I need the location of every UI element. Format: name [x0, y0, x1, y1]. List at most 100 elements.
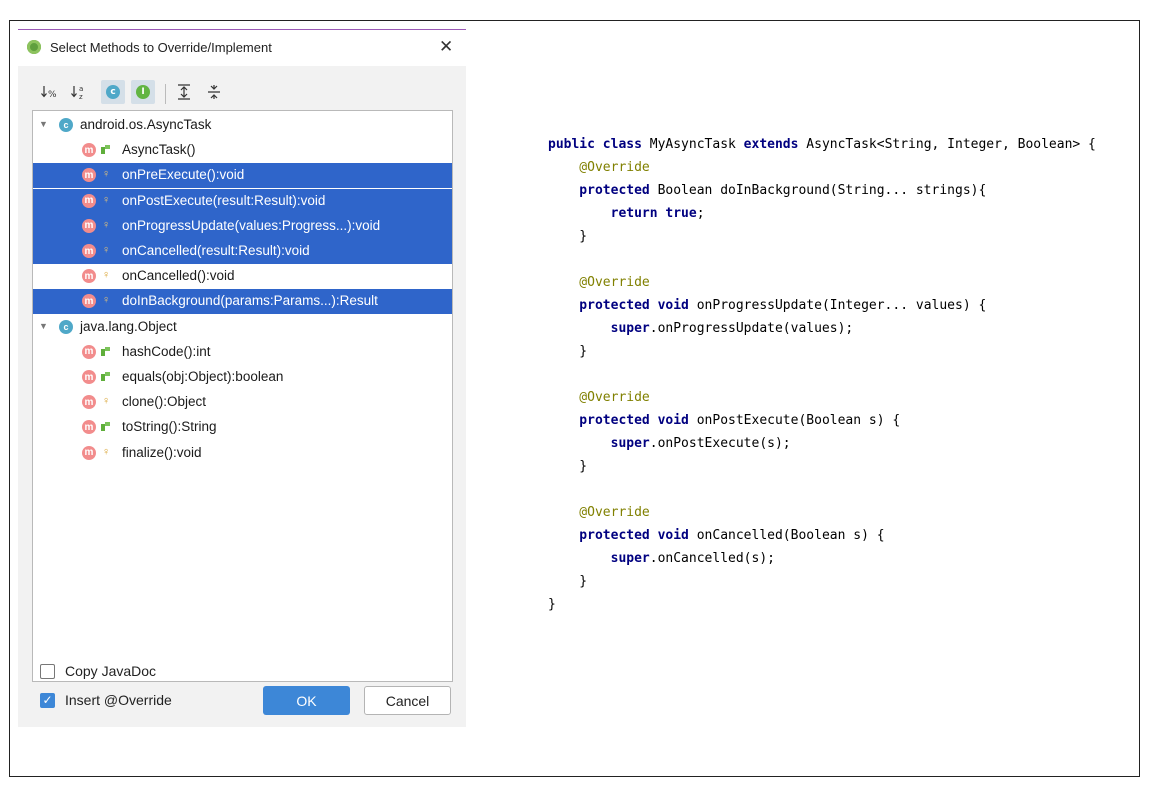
dialog-title: Select Methods to Override/Implement [50, 40, 272, 55]
tree-method-label: onCancelled():void [122, 268, 235, 284]
tree-method-row[interactable]: m ♀ onPreExecute():void [33, 163, 452, 189]
public-visibility-icon [101, 422, 110, 432]
method-icon: m [82, 143, 96, 158]
code-line: return true; [548, 206, 705, 226]
code-token: protected [548, 183, 658, 198]
sort-by-visibility-icon[interactable]: % [38, 80, 62, 104]
code-token: @Override [548, 505, 650, 520]
insert-override-checkbox[interactable]: ✓ [40, 693, 55, 708]
tree-method-label: onCancelled(result:Result):void [122, 243, 310, 258]
methods-tree[interactable]: ▼ c android.os.AsyncTask m AsyncTask() m ♀ onPr… [32, 110, 453, 682]
svg-text:a: a [79, 85, 83, 93]
collapse-all-icon[interactable] [202, 80, 226, 104]
protected-visibility-icon: ♀ [102, 395, 111, 408]
code-line: super.onProgressUpdate(values); [548, 321, 854, 341]
toolbar-divider [165, 84, 166, 104]
public-visibility-icon [101, 372, 110, 381]
class-icon: c [59, 319, 73, 334]
show-interfaces-toggle[interactable]: I [131, 80, 155, 104]
code-token: } [548, 344, 588, 359]
svg-text:%: % [48, 90, 57, 99]
sort-alphabetically-icon[interactable]: az [68, 80, 92, 104]
cancel-button[interactable]: Cancel [364, 686, 451, 715]
tree-method-row[interactable]: m ♀ onCancelled():void [33, 264, 452, 289]
code-line: protected void onCancelled(Boolean s) { [548, 528, 885, 548]
tree-method-row[interactable]: m ♀ clone():Object [33, 390, 452, 415]
code-token: return true [548, 206, 697, 221]
method-icon: m [82, 445, 96, 460]
method-icon: m [82, 168, 96, 183]
code-token: .onCancelled(s); [649, 551, 775, 566]
method-icon: m [82, 193, 96, 208]
tree-method-label: doInBackground(params:Params...):Result [122, 293, 378, 309]
tree-method-label: finalize():void [122, 444, 202, 460]
ok-button[interactable]: OK [263, 686, 350, 715]
copy-javadoc-checkbox[interactable] [40, 664, 55, 679]
tree-method-row[interactable]: m ♀ doInBackground(params:Params...):Resul… [33, 289, 452, 315]
interface-icon: I [136, 85, 150, 99]
tree-method-row[interactable]: m ♀ finalize():void [33, 441, 452, 466]
class-icon: c [106, 85, 120, 99]
tree-method-label: onPostExecute(result:Result):void [122, 192, 326, 208]
code-token: onProgressUpdate(Integer... values) { [696, 298, 987, 313]
copy-javadoc-label[interactable]: Copy JavaDoc [65, 663, 156, 679]
tree-method-row[interactable]: m ♀ onCancelled(result:Result):void [33, 239, 452, 264]
insert-override-label[interactable]: Insert @Override [65, 692, 172, 708]
code-line: public class MyAsyncTask extends AsyncTa… [548, 137, 1096, 157]
tree-method-row[interactable]: m hashCode():int [33, 340, 452, 365]
code-line: protected Boolean doInBackground(String.… [548, 183, 986, 203]
code-token: } [548, 574, 588, 589]
tree-method-label: toString():String [122, 419, 217, 435]
tree-method-row[interactable]: m toString():String [33, 415, 452, 440]
show-classes-toggle[interactable]: c [101, 80, 125, 104]
method-icon: m [82, 395, 96, 410]
tree-class-node[interactable]: ▼ c android.os.AsyncTask [33, 113, 452, 138]
public-visibility-icon [101, 346, 110, 356]
code-token: super [548, 436, 650, 451]
protected-visibility-icon: ♀ [102, 218, 111, 231]
code-token: MyAsyncTask [649, 137, 744, 152]
class-icon: c [59, 118, 73, 132]
tree-method-label: clone():Object [122, 394, 207, 410]
tree-class-label: java.lang.Object [80, 318, 177, 334]
code-token: public class [548, 137, 650, 152]
tree-class-node[interactable]: ▼ c java.lang.Object [33, 315, 452, 340]
method-icon: m [82, 344, 96, 359]
close-icon[interactable]: ✕ [439, 37, 453, 57]
method-icon: m [82, 218, 96, 233]
protected-visibility-icon: ♀ [102, 445, 111, 458]
protected-visibility-icon: ♀ [102, 168, 111, 181]
override-methods-dialog: Select Methods to Override/Implement ✕ %… [18, 29, 466, 727]
protected-visibility-icon: ♀ [102, 269, 111, 282]
code-line: super.onCancelled(s); [548, 551, 775, 571]
svg-text:z: z [79, 93, 83, 100]
code-line: protected void onProgressUpdate(Integer.… [548, 298, 986, 318]
code-token: onPostExecute(Boolean s) { [696, 413, 901, 428]
dialog-toolbar: % az c I [18, 78, 466, 108]
code-token: @Override [548, 160, 650, 175]
tree-method-row[interactable]: m equals(obj:Object):boolean [33, 365, 452, 390]
code-token: super [548, 321, 650, 336]
code-line: } [548, 344, 587, 364]
code-token: @Override [548, 390, 650, 405]
code-token: ; [696, 206, 705, 221]
expand-arrow-icon[interactable]: ▼ [39, 321, 48, 331]
method-icon: m [82, 294, 96, 309]
tree-method-label: equals(obj:Object):boolean [122, 369, 284, 384]
code-line: @Override [548, 160, 650, 180]
code-token: } [548, 597, 556, 612]
android-studio-icon [27, 40, 41, 54]
code-token: onCancelled(Boolean s) { [696, 528, 885, 543]
tree-method-row[interactable]: m ♀ onPostExecute(result:Result):void [33, 188, 452, 214]
code-line: } [548, 597, 556, 617]
expand-arrow-icon[interactable]: ▼ [39, 119, 48, 129]
public-visibility-icon [101, 145, 110, 155]
code-token: } [548, 229, 588, 244]
tree-method-row[interactable]: m AsyncTask() [33, 138, 452, 163]
expand-all-icon[interactable] [172, 80, 196, 104]
code-line: @Override [548, 505, 650, 525]
tree-method-row[interactable]: m ♀ onProgressUpdate(values:Progress...):v… [33, 213, 452, 239]
method-icon: m [82, 269, 96, 284]
code-token: } [548, 459, 588, 474]
protected-visibility-icon: ♀ [102, 244, 111, 256]
